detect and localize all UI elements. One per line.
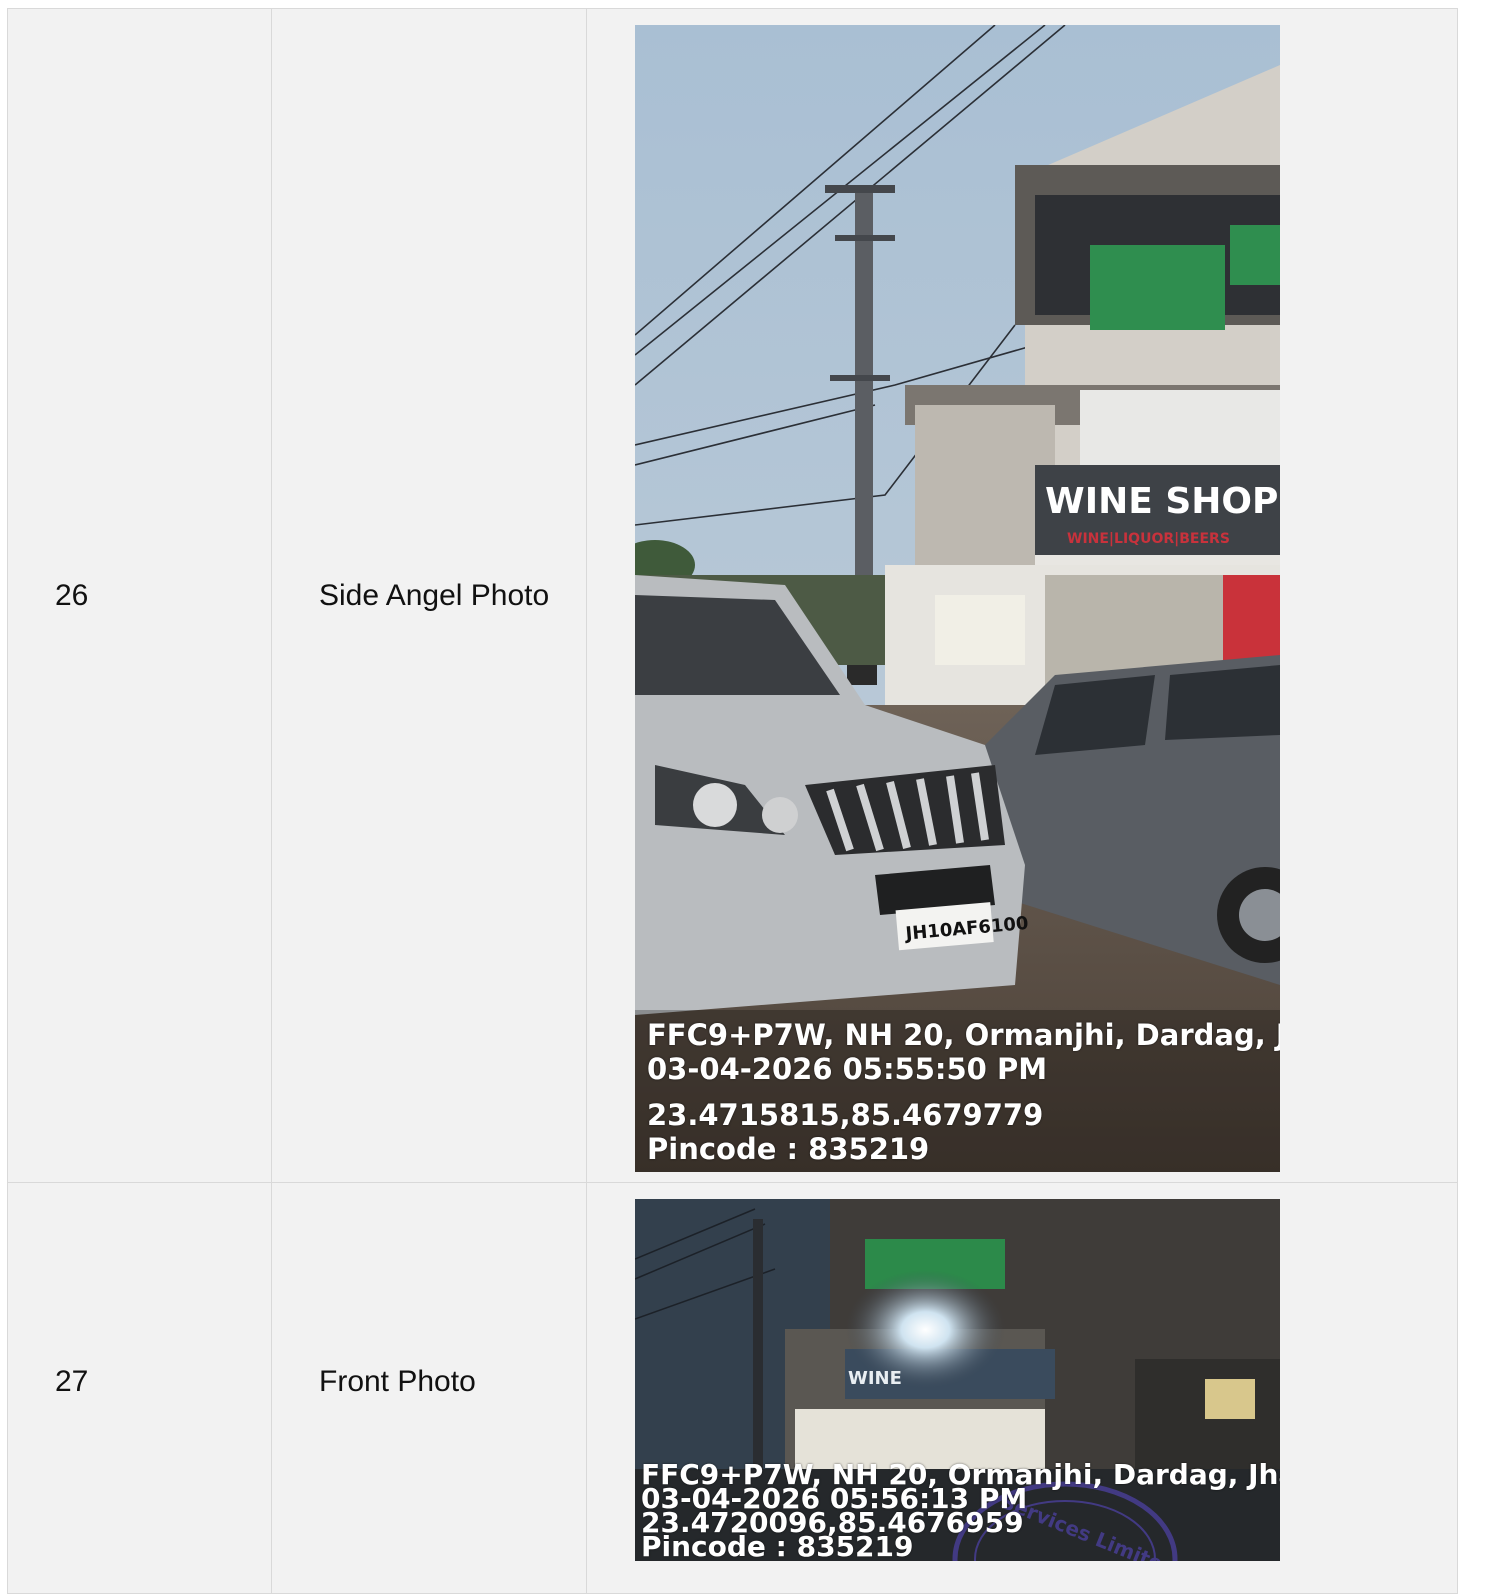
row-number: 26 [7,8,272,1183]
overlay-datetime: 03-04-2026 05:55:50 PM [647,1052,1048,1086]
shop-sign-main: WINE [848,1368,902,1389]
geo-overlay: FFC9+P7W, NH 20, Ormanjhi, Dardag, Jhark… [647,1018,1280,1166]
photo-cell: JH10AF6100 WINE SHOP WINE|LIQUOR|BEERS F… [586,8,1458,1183]
photo-table: 26 Side Angel Photo JH10AF6100 WINE SHOP… [7,8,1458,1594]
photo-label: Side Angel Photo [271,8,587,1183]
shop-sign-sub: WINE|LIQUOR|BEERS [1067,531,1230,547]
shop-sign-main: WINE SHOP [1045,481,1278,522]
overlay-coords: 23.4715815,85.4679779 [647,1098,1044,1132]
front-photo: WINE Services Limited FFC9+P7W, NH 20, O… [635,1199,1280,1561]
photo-cell: WINE Services Limited FFC9+P7W, NH 20, O… [586,1182,1458,1594]
row-number: 27 [7,1182,272,1594]
overlay-address: FFC9+P7W, NH 20, Ormanjhi, Dardag, Jhark… [647,1018,1280,1052]
table-row: 27 Front Photo WINE Services Limited FFC… [7,1182,1458,1594]
side-angle-photo: JH10AF6100 WINE SHOP WINE|LIQUOR|BEERS F… [635,25,1280,1172]
photo-image: JH10AF6100 WINE SHOP WINE|LIQUOR|BEERS [635,25,1280,1172]
photo-label: Front Photo [271,1182,587,1594]
geo-overlay: FFC9+P7W, NH 20, Ormanjhi, Dardag, Jhark… [641,1461,1280,1561]
overlay-pincode: Pincode : 835219 [647,1132,930,1166]
table-row: 26 Side Angel Photo JH10AF6100 WINE SHOP… [7,8,1458,1183]
